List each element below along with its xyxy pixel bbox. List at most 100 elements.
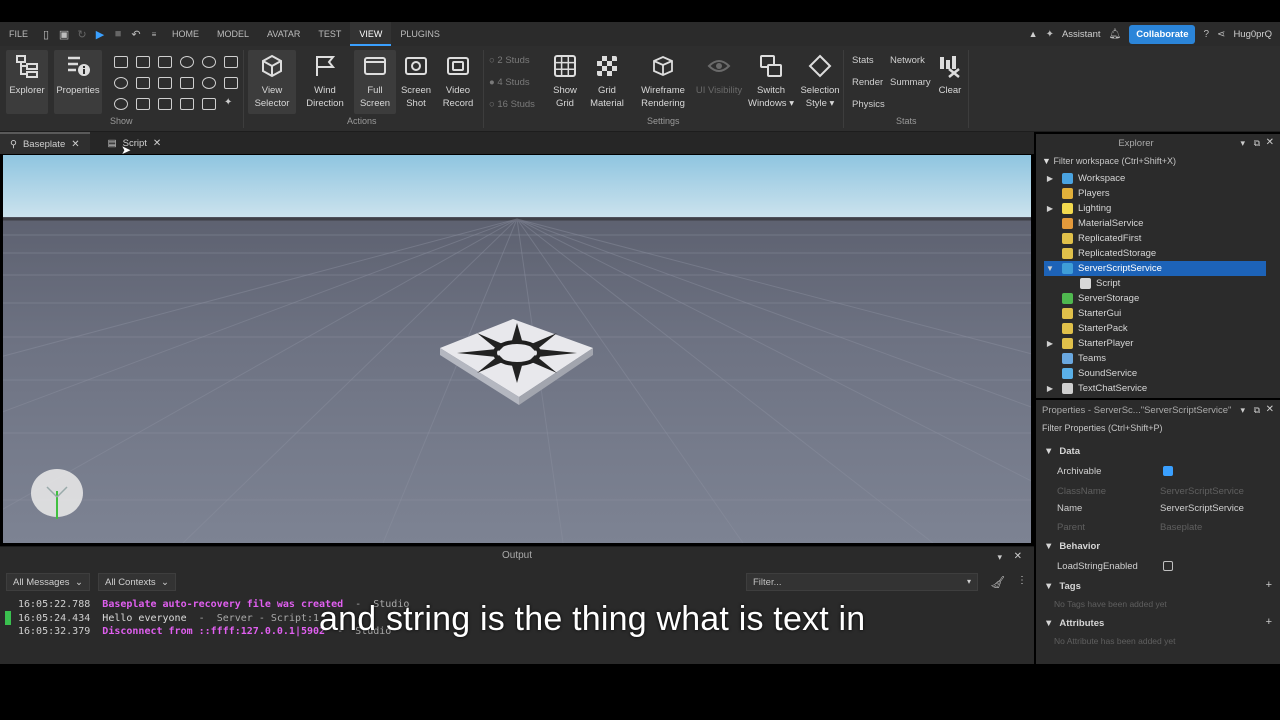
chevron-right-icon[interactable]: ▶ — [1044, 204, 1056, 213]
summary-toggle[interactable]: Summary — [890, 77, 931, 88]
full-screen-button[interactable]: Full Screen — [354, 50, 396, 114]
tab-view[interactable]: VIEW — [350, 22, 392, 46]
explorer-filter-input[interactable]: ▼ Filter workspace (Ctrl+Shift+X) — [1042, 156, 1274, 172]
studs-16-option[interactable]: ○ 16 Studs — [489, 99, 535, 110]
add-attribute-icon[interactable]: + — [1266, 616, 1272, 628]
tab-model[interactable]: MODEL — [208, 22, 258, 46]
loadstring-checkbox[interactable] — [1163, 561, 1173, 571]
add-tag-icon[interactable]: + — [1266, 579, 1272, 591]
view-selector-button[interactable]: View Selector — [248, 50, 296, 114]
team-create-icon[interactable] — [114, 98, 128, 110]
explorer-item-serverscriptservice[interactable]: ▼ ServerScriptService — [1044, 261, 1266, 276]
username[interactable]: Hug0prQ — [1233, 29, 1272, 40]
studs-2-option[interactable]: ○ 2 Studs — [489, 55, 530, 66]
chevron-right-icon[interactable]: ▶ — [1044, 339, 1056, 348]
close-icon[interactable]: ✕ — [1266, 404, 1274, 415]
explorer-item-starterplayer[interactable]: ▶ StarterPlayer — [1044, 336, 1266, 351]
help-icon[interactable]: ? — [1203, 29, 1209, 40]
stats-toggle[interactable]: Stats — [852, 55, 874, 66]
close-icon[interactable]: ✕ — [1266, 137, 1274, 148]
more-tools-icon[interactable]: ✦ — [224, 98, 238, 110]
undock-icon[interactable]: ⧉ — [1254, 138, 1260, 149]
chevron-right-icon[interactable]: ▶ — [1044, 174, 1056, 183]
collaboration-icon[interactable] — [202, 98, 216, 110]
tab-plugins[interactable]: PLUGINS — [391, 22, 449, 46]
share-icon[interactable]: ⋖ — [1217, 29, 1225, 40]
undock-icon[interactable]: ⧉ — [1254, 405, 1260, 416]
physics-toggle[interactable]: Physics — [852, 99, 885, 110]
explorer-item-replicatedfirst[interactable]: ReplicatedFirst — [1044, 231, 1266, 246]
tab-avatar[interactable]: AVATAR — [258, 22, 309, 46]
tab-test[interactable]: TEST — [309, 22, 350, 46]
close-icon[interactable]: ✕ — [1014, 551, 1022, 562]
quick-access-dropdown-icon[interactable]: ≡ — [145, 22, 163, 46]
section-tags[interactable]: ▼ Tags — [1044, 581, 1081, 592]
render-toggle[interactable]: Render — [852, 77, 883, 88]
script-analysis-icon[interactable] — [224, 56, 238, 68]
explorer-item-lighting[interactable]: ▶ Lighting — [1044, 201, 1266, 216]
notification-icon[interactable]: 🔔︎ — [1109, 29, 1122, 40]
panel-menu-icon[interactable]: ▾ — [997, 552, 1002, 563]
new-file-icon[interactable]: ▯ — [37, 22, 55, 46]
panel-menu-icon[interactable]: ▾ — [1240, 138, 1245, 149]
close-icon[interactable]: ✕ — [71, 139, 79, 150]
tab-script[interactable]: ▤ Script ✕ — [98, 132, 172, 154]
selection-style-button[interactable]: Selection Style ▾ — [798, 50, 842, 110]
collaborate-button[interactable]: Collaborate — [1129, 24, 1196, 44]
asset-manager-icon[interactable] — [136, 56, 150, 68]
properties-button[interactable]: Properties — [54, 50, 102, 114]
prop-name-value[interactable]: ServerScriptService — [1160, 503, 1244, 514]
contexts-filter-dropdown[interactable]: All Contexts ⌄ — [98, 573, 176, 591]
explorer-item-startergui[interactable]: StarterGui — [1044, 306, 1266, 321]
wind-direction-button[interactable]: Wind Direction — [301, 50, 349, 110]
terrain-editor-icon[interactable] — [158, 56, 172, 68]
section-behavior[interactable]: ▼ Behavior — [1044, 541, 1100, 552]
menu-file[interactable]: FILE — [0, 22, 37, 46]
find-results-icon[interactable] — [158, 77, 172, 89]
chevron-down-icon[interactable]: ▼ — [1044, 264, 1056, 273]
archivable-checkbox[interactable] — [1163, 466, 1173, 476]
video-record-button[interactable]: Video Record — [438, 50, 478, 110]
clear-stats-button[interactable]: Clear — [936, 50, 964, 97]
assistant-button[interactable]: Assistant — [1062, 29, 1101, 40]
section-attributes[interactable]: ▼ Attributes — [1044, 618, 1104, 629]
explorer-item-players[interactable]: Players — [1044, 186, 1266, 201]
messages-filter-dropdown[interactable]: All Messages ⌄ — [6, 573, 90, 591]
section-data[interactable]: ▼ Data — [1044, 446, 1080, 457]
command-bar-icon[interactable] — [114, 77, 128, 89]
explorer-item-textchatservice[interactable]: ▶ TextChatService — [1044, 381, 1266, 396]
switch-windows-button[interactable]: Switch Windows ▾ — [748, 50, 794, 110]
tags-icon[interactable] — [180, 56, 194, 68]
tab-baseplate[interactable]: ⚲ Baseplate ✕ — [0, 132, 90, 154]
play-icon[interactable]: ▶ — [91, 22, 109, 46]
call-stack-icon[interactable] — [180, 77, 194, 89]
more-options-icon[interactable]: ⋮ — [1017, 575, 1027, 586]
panel-menu-icon[interactable]: ▾ — [1240, 405, 1245, 416]
output-filter-input[interactable]: Filter... ▾ — [746, 573, 978, 591]
show-grid-button[interactable]: Show Grid — [548, 50, 582, 110]
save-icon[interactable]: ▣ — [55, 22, 73, 46]
localization-icon[interactable] — [180, 98, 194, 110]
history-icon[interactable] — [202, 56, 216, 68]
3d-viewport[interactable] — [3, 155, 1031, 543]
explorer-item-serverstorage[interactable]: ServerStorage — [1044, 291, 1266, 306]
watch-icon[interactable] — [224, 77, 238, 89]
toolbox-icon[interactable] — [114, 56, 128, 68]
output-icon[interactable] — [136, 77, 150, 89]
explorer-item-materialservice[interactable]: MaterialService — [1044, 216, 1266, 231]
explorer-button[interactable]: Explorer — [6, 50, 48, 114]
tab-home[interactable]: HOME — [163, 22, 208, 46]
assistant-icon[interactable]: ✦ — [1046, 29, 1054, 40]
properties-filter-input[interactable]: Filter Properties (Ctrl+Shift+P) — [1042, 423, 1274, 439]
grid-material-button[interactable]: Grid Material — [586, 50, 628, 110]
explorer-item-teams[interactable]: Teams — [1044, 351, 1266, 366]
close-icon[interactable]: ✕ — [153, 138, 161, 149]
collapse-ribbon-icon[interactable]: ▲ — [1029, 29, 1038, 39]
script-performance-icon[interactable] — [158, 98, 172, 110]
screen-shot-button[interactable]: Screen Shot — [398, 50, 434, 110]
explorer-item-script[interactable]: Script — [1074, 276, 1280, 291]
clear-output-icon[interactable]: 🧹︎ — [990, 575, 1005, 589]
undo-icon[interactable]: ↶ — [127, 22, 145, 46]
explorer-item-replicatedstorage[interactable]: ReplicatedStorage — [1044, 246, 1266, 261]
chevron-right-icon[interactable]: ▶ — [1044, 384, 1056, 393]
